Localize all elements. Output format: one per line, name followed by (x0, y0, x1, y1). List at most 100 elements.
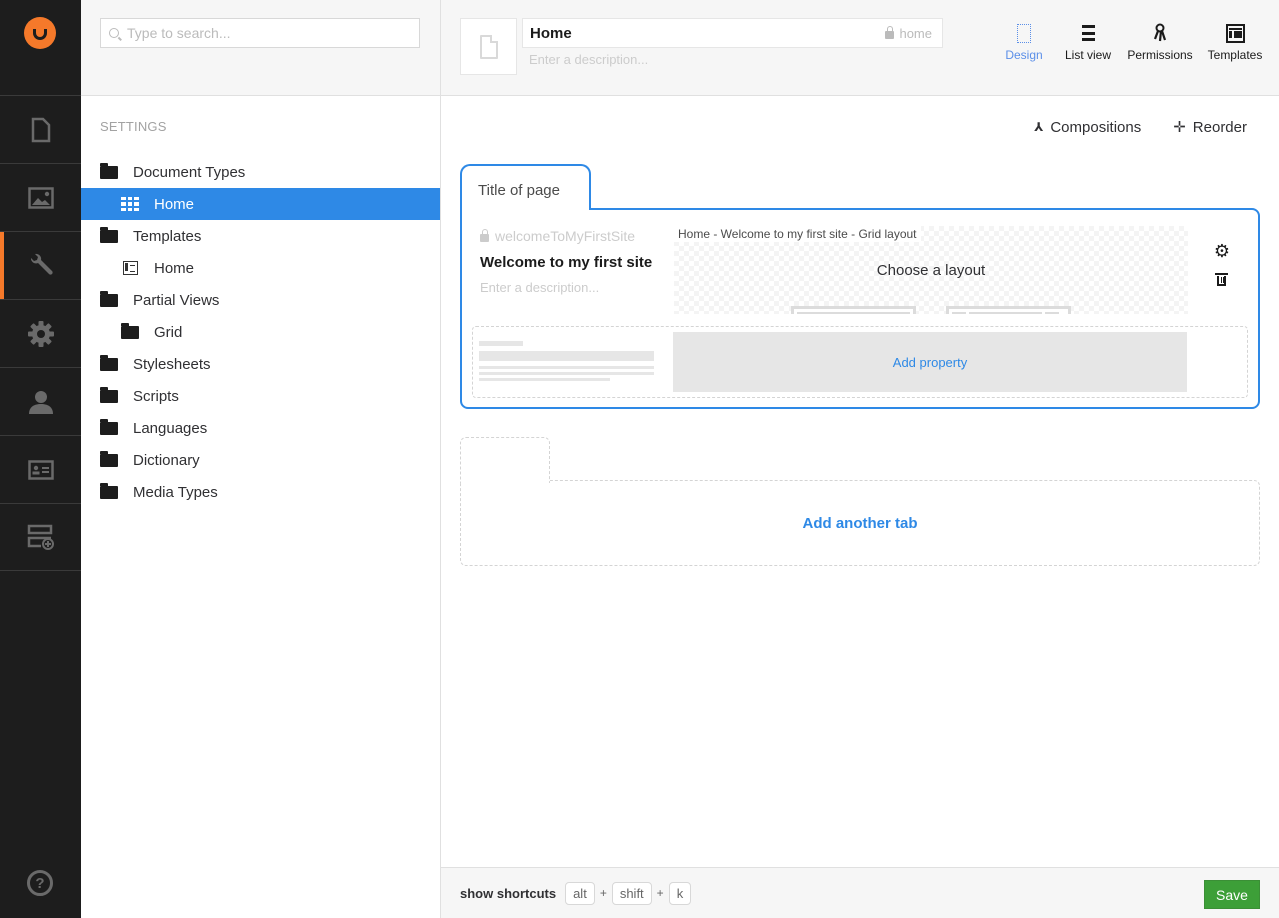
property-editor-preview[interactable]: Home - Welcome to my first site - Grid l… (674, 226, 1188, 314)
compositions-icon: ⅄ (1034, 120, 1044, 134)
app-design[interactable]: Design (996, 22, 1052, 62)
add-tab-area[interactable]: Add another tab (460, 480, 1260, 566)
search-icon (109, 28, 119, 38)
editor-caption: Home - Welcome to my first site - Grid l… (674, 226, 921, 242)
app-list-view[interactable]: List view (1060, 22, 1116, 62)
folder-icon (100, 450, 118, 467)
editor-toolbar: ⅄ Compositions ✛ Reorder (1034, 118, 1247, 137)
app-label: Permissions (1127, 48, 1193, 62)
name-value: Home (530, 24, 572, 42)
section-media[interactable] (0, 163, 81, 231)
tree-item-stylesheets[interactable]: Stylesheets (81, 348, 440, 380)
section-developer[interactable] (0, 299, 81, 367)
app-permissions[interactable]: Permissions (1124, 22, 1196, 62)
tab-title[interactable]: Title of page (460, 164, 591, 210)
document-icon (31, 117, 50, 142)
lock-icon (480, 228, 489, 242)
key-k: k (668, 881, 692, 905)
document-icon (479, 34, 498, 59)
section-members[interactable] (0, 435, 81, 503)
folder-icon (100, 290, 118, 307)
keys-icon (1153, 23, 1167, 42)
tree-item-document-types[interactable]: Document Types (81, 156, 440, 188)
umbraco-logo-icon[interactable] (24, 17, 56, 49)
id-card-icon (27, 459, 54, 480)
folder-icon (121, 322, 139, 339)
add-another-tab-button[interactable]: Add another tab (803, 515, 918, 532)
description-field[interactable]: Enter a description... (529, 52, 648, 67)
tree-item-label: Templates (133, 227, 202, 245)
name-field[interactable]: Home home (522, 18, 943, 48)
new-tab-placeholder[interactable] (460, 437, 550, 483)
delete-trash-icon[interactable] (1215, 273, 1229, 286)
lock-icon[interactable] (885, 25, 895, 39)
forms-add-icon (27, 524, 54, 550)
tree-item-grid[interactable]: Grid (81, 316, 440, 348)
tree-item-label: Media Types (133, 483, 218, 501)
section-settings[interactable] (0, 231, 81, 299)
reorder-button[interactable]: ✛ Reorder (1173, 118, 1247, 137)
settings-gear-icon[interactable]: ⚙ (1214, 242, 1230, 260)
save-button[interactable]: Save (1204, 880, 1260, 909)
layout-option (791, 306, 916, 314)
alias-field[interactable]: home (885, 25, 932, 41)
folder-icon (100, 354, 118, 371)
folder-icon (100, 386, 118, 403)
add-property-button[interactable]: Add property (673, 332, 1187, 392)
property-name: Welcome to my first site (480, 254, 653, 271)
tree-item-label: Home (154, 259, 195, 277)
help-circle-icon[interactable]: ? (27, 870, 53, 896)
tree-item-dictionary[interactable]: Dictionary (81, 444, 440, 476)
template-icon (122, 261, 138, 275)
property-info[interactable]: welcomeToMyFirstSite Welcome to my first… (480, 228, 660, 295)
tree-item-scripts[interactable]: Scripts (81, 380, 440, 412)
placeholder-bar (479, 341, 523, 346)
add-property-area: Add property (472, 326, 1248, 398)
app-templates[interactable]: Templates (1202, 22, 1268, 62)
choose-layout-label: Choose a layout (876, 262, 986, 279)
section-forms[interactable] (0, 503, 81, 571)
folder-icon (100, 418, 118, 435)
content-apps: Design List view Permissions Templates (996, 22, 1279, 62)
editor-main: ⅄ Compositions ✛ Reorder Title of page w… (441, 96, 1279, 867)
move-icon: ✛ (1173, 119, 1186, 136)
section-users[interactable] (0, 367, 81, 435)
editor-footer: show shortcuts alt + shift + k Save (441, 867, 1279, 918)
tree-panel: SETTINGS Document Types Home Templates H… (81, 0, 441, 918)
tree-item-home-template[interactable]: Home (81, 252, 440, 284)
tree-item-label: Languages (133, 419, 208, 437)
tree-item-media-types[interactable]: Media Types (81, 476, 440, 508)
folder-icon (100, 162, 118, 179)
list-icon (1081, 25, 1095, 41)
tree-item-home-doctype[interactable]: Home (81, 188, 440, 220)
section-title: SETTINGS (100, 119, 167, 134)
icon-picker[interactable] (460, 18, 517, 75)
tree-header (81, 0, 440, 96)
property-actions: ⚙ (1214, 242, 1230, 286)
compositions-label: Compositions (1050, 118, 1142, 136)
tree-item-templates[interactable]: Templates (81, 220, 440, 252)
plus-separator: + (656, 886, 664, 900)
app-navigation: ? (0, 0, 81, 918)
key-alt: alt (565, 881, 595, 905)
shortcuts-label: show shortcuts (460, 885, 557, 901)
app-label: List view (1064, 48, 1111, 62)
tree-item-languages[interactable]: Languages (81, 412, 440, 444)
placeholder-bar (479, 366, 654, 369)
folder-icon (100, 226, 118, 243)
alias-value: home (899, 25, 932, 41)
grid-icon (121, 197, 139, 211)
app-label: Templates (1207, 48, 1263, 62)
tree-item-partial-views[interactable]: Partial Views (81, 284, 440, 316)
tree-item-label: Scripts (133, 387, 179, 405)
property-alias: welcomeToMyFirstSite (480, 228, 660, 244)
search-box[interactable] (100, 18, 420, 48)
section-content[interactable] (0, 95, 81, 163)
shortcuts-hint[interactable]: show shortcuts alt + shift + k (460, 881, 692, 905)
tree-item-label: Document Types (133, 163, 246, 181)
tree-item-label: Partial Views (133, 291, 220, 309)
compositions-button[interactable]: ⅄ Compositions (1034, 119, 1141, 136)
folder-icon (100, 482, 118, 499)
search-input[interactable] (127, 25, 407, 41)
templates-icon (1225, 23, 1245, 43)
